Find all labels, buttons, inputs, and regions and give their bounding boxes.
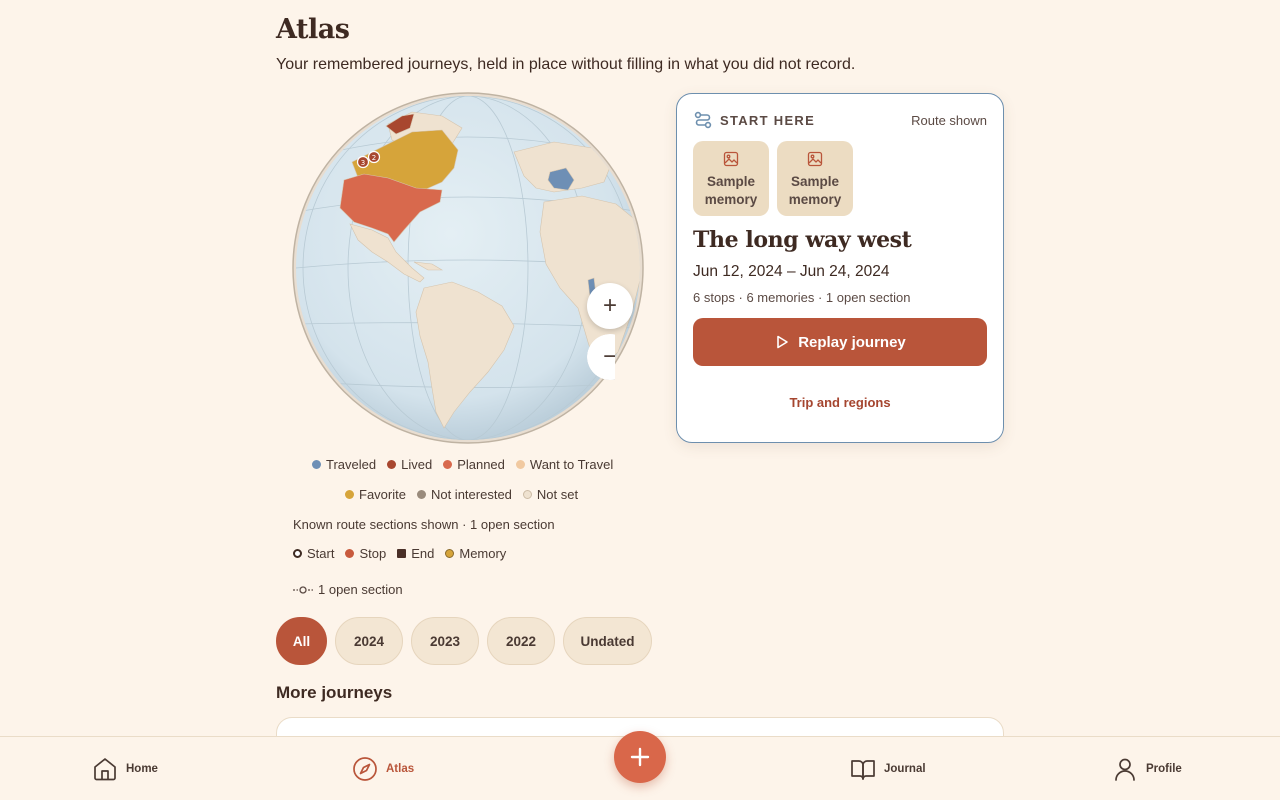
legend-item: Favorite [345, 487, 406, 502]
memory-thumbnail[interactable]: Sample memory [777, 141, 853, 216]
play-icon [777, 335, 789, 349]
route-legend-row: Start Stop End Memory [293, 546, 517, 561]
journey-stats: 6 stops · 6 memories · 1 open section [693, 290, 911, 305]
open-section-note: 1 open section [292, 582, 403, 597]
route-status: Route shown [911, 113, 987, 128]
legend-item: Not set [522, 487, 578, 502]
filter-chip-undated[interactable]: Undated [563, 617, 652, 665]
thumbnail-label: Sample memory [704, 174, 758, 207]
more-journeys-title: More journeys [276, 683, 393, 702]
svg-text:2: 2 [372, 154, 376, 162]
journey-dates: Jun 12, 2024 – Jun 24, 2024 [693, 263, 890, 280]
legend-item: Want to Travel [515, 457, 613, 472]
filter-chip-2022[interactable]: 2022 [487, 617, 555, 665]
legend-item: Stop [345, 546, 386, 561]
legend-item: Not interested [416, 487, 512, 502]
legend-dot [522, 490, 532, 499]
legend-item: Lived [387, 457, 432, 472]
journey-title: The long way west [693, 227, 912, 253]
route-note: Known route sections shown · 1 open sect… [293, 517, 555, 532]
legend-item: Planned [443, 457, 505, 472]
status-legend-row: Traveled Lived Planned Want to Travel [312, 457, 624, 472]
legend-dot [515, 460, 525, 469]
filter-chip-all[interactable]: All [276, 617, 327, 665]
trip-and-regions-link[interactable]: Trip and regions [677, 395, 1003, 410]
legend-dot [312, 460, 321, 469]
legend-dot [345, 490, 354, 499]
legend-dot [443, 460, 453, 469]
image-icon [723, 151, 739, 167]
status-legend-row: Favorite Not interested Not set [345, 487, 589, 502]
nav-profile[interactable]: Profile [1112, 737, 1182, 800]
legend-item: Traveled [312, 457, 376, 472]
replay-label: Replay journey [798, 333, 906, 351]
memory-marker-icon [445, 549, 455, 558]
replay-journey-button[interactable]: Replay journey [693, 318, 987, 366]
page-title: Atlas [276, 14, 350, 45]
book-icon [851, 760, 875, 780]
nav-atlas[interactable]: Atlas [352, 737, 414, 800]
compass-icon [353, 757, 377, 781]
start-marker-icon [293, 549, 302, 558]
globe-map[interactable]: 3 2 [292, 92, 644, 444]
nav-journal[interactable]: Journal [850, 737, 926, 800]
zoom-in-button[interactable]: + [587, 283, 633, 329]
plus-icon [630, 747, 650, 767]
svg-text:3: 3 [361, 159, 365, 167]
page-subtitle: Your remembered journeys, held in place … [276, 56, 856, 73]
add-button[interactable] [614, 731, 666, 783]
filter-chip-2023[interactable]: 2023 [411, 617, 479, 665]
route-icon [694, 111, 712, 129]
legend-dot [387, 460, 397, 469]
memory-thumbnail[interactable]: Sample memory [693, 141, 769, 216]
thumbnail-label: Sample memory [788, 174, 842, 207]
legend-dot [416, 490, 426, 499]
legend-item: Memory [445, 546, 506, 561]
user-icon [1115, 758, 1135, 781]
card-eyebrow: START HERE [720, 113, 816, 128]
home-icon [94, 758, 116, 781]
open-section-icon [293, 585, 313, 594]
image-icon [807, 151, 823, 167]
stop-marker-icon [345, 549, 355, 558]
end-marker-icon [397, 549, 407, 558]
featured-journey-card: START HERE Route shown Sample memory Sam… [676, 93, 1004, 443]
filter-chip-2024[interactable]: 2024 [335, 617, 403, 665]
legend-item: End [397, 546, 434, 561]
legend-item: Start [293, 546, 334, 561]
nav-home[interactable]: Home [92, 737, 158, 800]
